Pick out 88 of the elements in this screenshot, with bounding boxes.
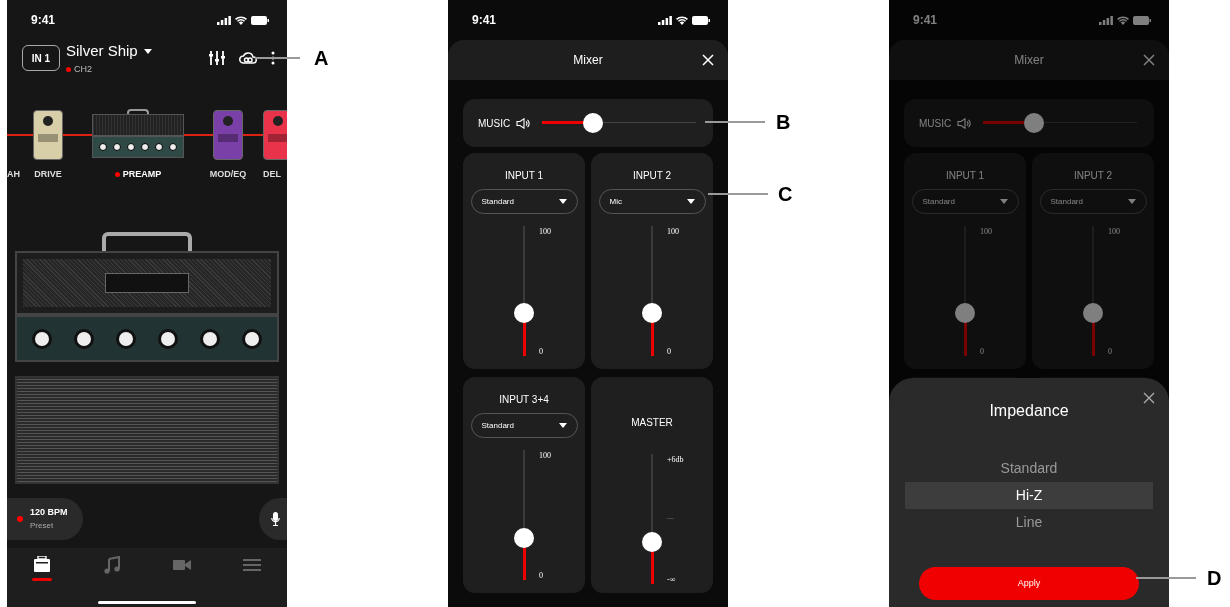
- callout-label: C: [778, 184, 793, 204]
- music-label: MUSIC: [919, 116, 952, 131]
- chain-label[interactable]: DEL: [263, 168, 281, 182]
- scale-max-label: +6db: [667, 454, 684, 466]
- callout-label: B: [776, 112, 791, 132]
- volume-slider[interactable]: [514, 226, 534, 356]
- battery-icon: [251, 15, 269, 25]
- music-slider[interactable]: [983, 112, 1137, 134]
- scale-min-label: 0: [667, 346, 671, 358]
- volume-slider[interactable]: [955, 226, 975, 356]
- channel-title: INPUT 2: [632, 169, 672, 183]
- leader-line: [708, 193, 768, 195]
- bpm-value: 120 BPM: [30, 506, 68, 520]
- sheet-title: Mixer: [1014, 52, 1044, 69]
- scale-max-label: 100: [1108, 226, 1120, 238]
- music-slider[interactable]: [542, 112, 696, 134]
- amp-head-drawing[interactable]: [92, 109, 184, 161]
- scale-max-label: 100: [539, 226, 551, 238]
- scale-max-label: 100: [539, 450, 551, 462]
- channel-title: MASTER: [631, 416, 673, 430]
- amp-icon: [33, 556, 51, 574]
- apply-button[interactable]: Apply: [919, 567, 1139, 600]
- scale-min-label: -∞: [667, 574, 676, 586]
- menu-icon: [243, 556, 261, 574]
- leader-line: [255, 57, 300, 59]
- music-label: MUSIC: [478, 116, 511, 131]
- mixer-icon[interactable]: [209, 51, 225, 65]
- scale-min-label: 0: [980, 346, 984, 358]
- preset-selector[interactable]: Silver Ship: [66, 40, 152, 63]
- caret-icon: [1127, 199, 1136, 204]
- caret-icon: [999, 199, 1008, 204]
- scale-max-label: 100: [980, 226, 992, 238]
- scale-min-label: 0: [539, 346, 543, 358]
- impedance-option[interactable]: Line: [905, 509, 1153, 536]
- battery-icon: [692, 15, 710, 25]
- tick-mark: [667, 518, 674, 519]
- status-time: 9:41: [472, 12, 497, 29]
- status-dot-icon: [17, 516, 23, 522]
- callout-label: A: [314, 48, 329, 68]
- channel-title: INPUT 3+4: [499, 393, 549, 407]
- signal-icon: [1099, 15, 1113, 25]
- wifi-icon: [1117, 15, 1129, 25]
- chain-label[interactable]: PREAMP: [122, 168, 162, 182]
- scale-min-label: 0: [539, 570, 543, 582]
- volume-slider[interactable]: [642, 226, 662, 356]
- caret-icon: [686, 199, 695, 204]
- signal-icon: [658, 15, 672, 25]
- speaker-icon: [516, 117, 531, 129]
- caret-icon: [143, 48, 152, 54]
- scale-max-label: 100: [667, 226, 679, 238]
- channel-title: INPUT 1: [945, 169, 985, 183]
- status-dot-icon: [66, 66, 71, 72]
- caret-icon: [558, 423, 567, 428]
- leader-line: [705, 121, 765, 123]
- microphone-button[interactable]: [259, 498, 287, 540]
- input-badge[interactable]: IN 1: [22, 45, 60, 71]
- wifi-icon: [235, 15, 247, 25]
- wifi-icon: [676, 15, 688, 25]
- chain-label[interactable]: DRIVE: [34, 168, 62, 182]
- volume-slider[interactable]: [514, 450, 534, 580]
- close-icon[interactable]: [1143, 392, 1155, 404]
- sheet-title: Mixer: [573, 52, 603, 69]
- leader-line: [1136, 577, 1196, 579]
- battery-icon: [1133, 15, 1151, 25]
- scale-min-label: 0: [1108, 346, 1112, 358]
- channel-title: INPUT 2: [1073, 169, 1113, 183]
- impedance-option[interactable]: Standard: [905, 455, 1153, 482]
- volume-slider[interactable]: [642, 454, 662, 584]
- sheet-title: Impedance: [989, 401, 1069, 421]
- channel-label: CH2: [74, 62, 92, 76]
- active-dot-icon: [114, 172, 120, 178]
- volume-slider[interactable]: [1083, 226, 1103, 356]
- cloud-link-icon[interactable]: [239, 51, 257, 65]
- status-time: 9:41: [31, 12, 56, 29]
- chain-label[interactable]: AH: [7, 168, 20, 182]
- signal-icon: [217, 15, 231, 25]
- music-note-icon: [103, 556, 121, 574]
- status-time: 9:41: [913, 12, 938, 29]
- callout-label: D: [1207, 568, 1222, 588]
- speaker-icon: [957, 117, 972, 129]
- pedal-drawing[interactable]: [33, 110, 63, 160]
- preset-label: Preset: [30, 519, 54, 532]
- tempo-button[interactable]: 120 BPM Preset: [7, 498, 83, 540]
- microphone-icon: [270, 512, 280, 526]
- impedance-option[interactable]: Hi-Z: [905, 482, 1153, 509]
- caret-icon: [558, 199, 567, 204]
- channel-title: INPUT 1: [504, 169, 544, 183]
- chain-label[interactable]: MOD/EQ: [209, 168, 247, 182]
